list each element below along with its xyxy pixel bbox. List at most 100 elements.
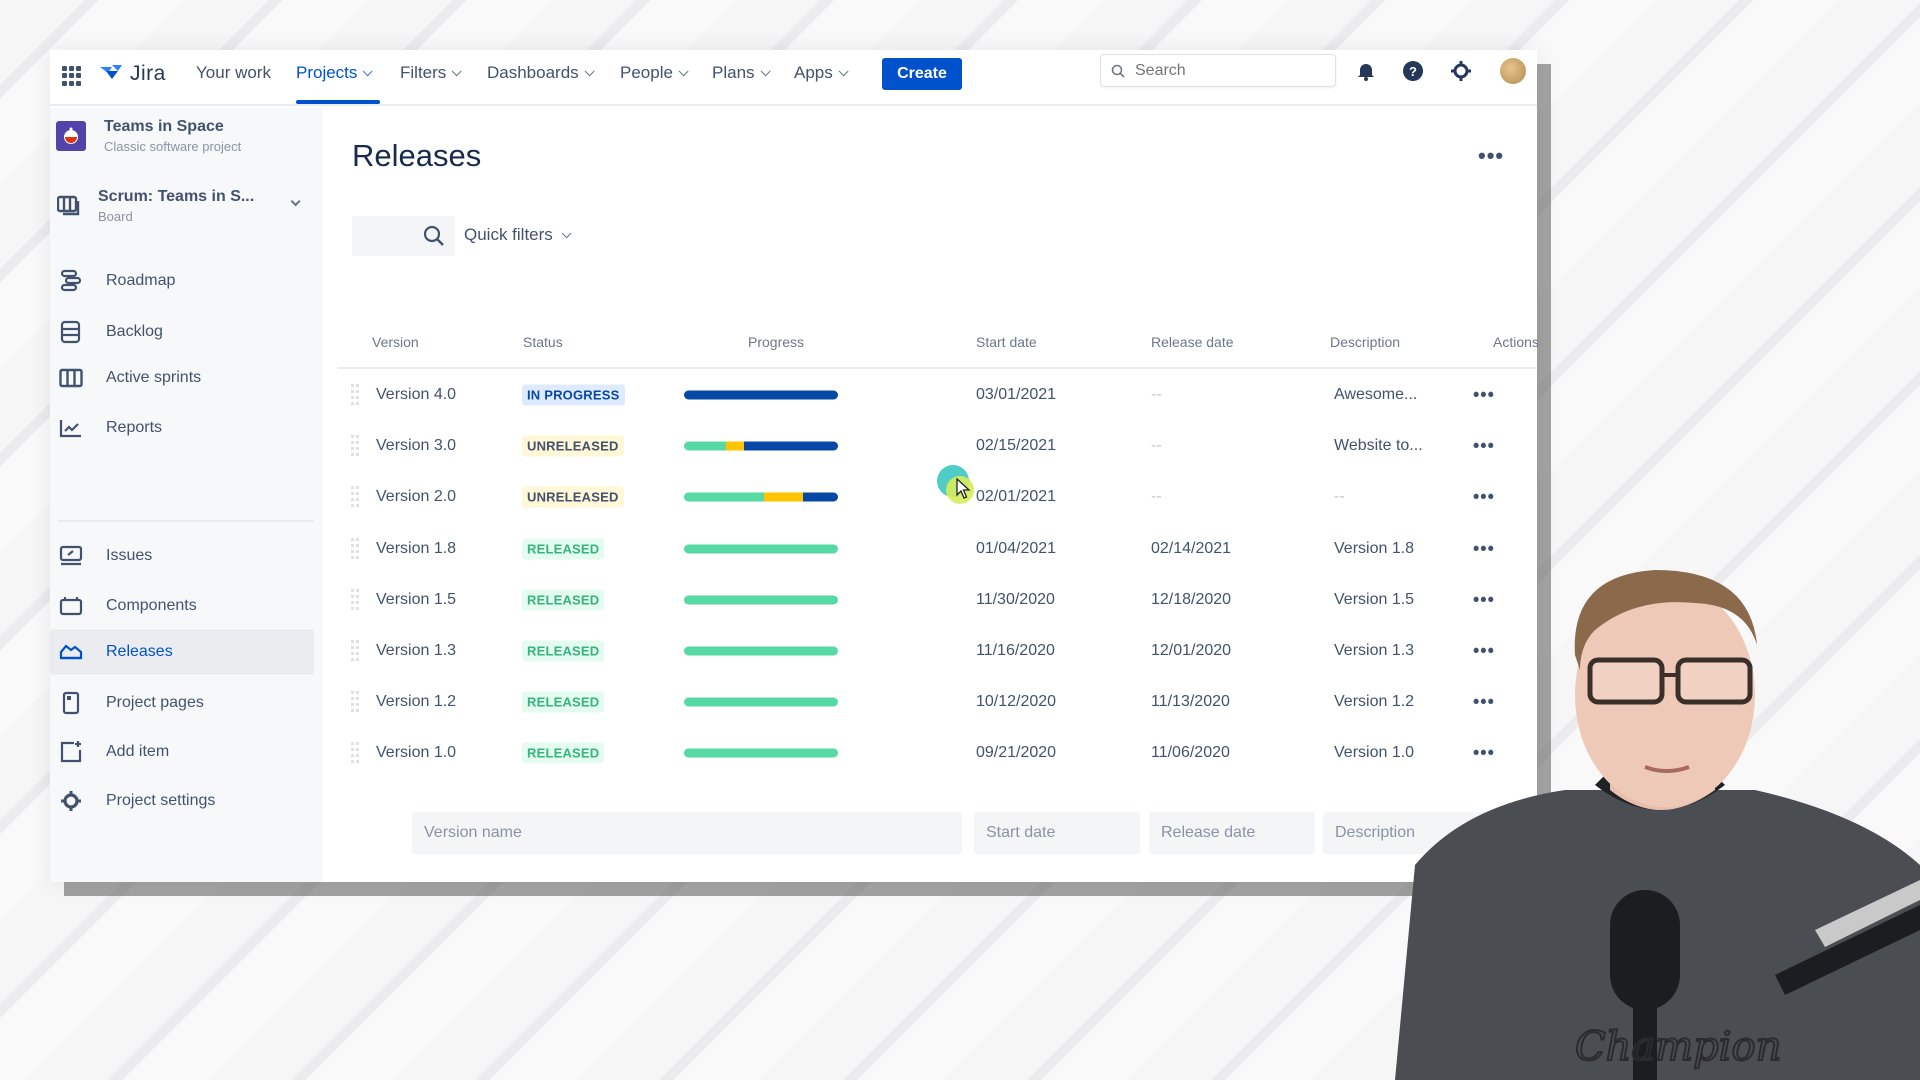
quick-filters-dropdown[interactable]: Quick filters [464, 225, 572, 245]
reports-icon [58, 415, 84, 441]
table-row[interactable]: Version 1.2 RELEASED 10/12/2020 11/13/2020 V… [338, 677, 1537, 727]
settings-button[interactable] [1448, 58, 1474, 84]
progress-segment-done [684, 697, 838, 707]
column-header-actions: Actions [1493, 334, 1539, 350]
sidebar-item-releases[interactable]: Releases [50, 629, 314, 675]
jira-logo[interactable]: Jira [98, 62, 166, 86]
drag-handle-icon[interactable] [351, 486, 359, 508]
column-header-release-date[interactable]: Release date [1151, 334, 1234, 350]
top-navigation: Jira Your work Projects Filters Dashboar… [50, 50, 1537, 106]
status-lozenge: UNRELEASED [522, 435, 624, 457]
version-name-link[interactable]: Version 3.0 [376, 437, 456, 455]
nav-dashboards[interactable]: Dashboards [487, 62, 595, 84]
nav-people[interactable]: People [620, 62, 689, 84]
progress-bar[interactable] [684, 390, 838, 400]
progress-bar[interactable] [684, 697, 838, 707]
start-date: 09/21/2020 [976, 744, 1057, 762]
app-name: Jira [130, 62, 166, 85]
start-date-input[interactable] [974, 812, 1140, 854]
board-selector[interactable]: Scrum: Teams in S... Board [56, 188, 316, 224]
drag-handle-icon[interactable] [351, 742, 359, 764]
sidebar-item-issues[interactable]: Issues [50, 533, 314, 579]
notifications-button[interactable] [1353, 58, 1379, 84]
column-header-description[interactable]: Description [1330, 334, 1400, 350]
nav-apps[interactable]: Apps [794, 62, 849, 84]
sidebar-item-project-pages[interactable]: Project pages [50, 680, 314, 726]
progress-segment-done [684, 544, 838, 554]
sidebar-item-label: Releases [106, 643, 173, 660]
app-switcher-icon[interactable] [62, 66, 82, 86]
column-header-progress[interactable]: Progress [748, 334, 804, 350]
version-name-input[interactable] [412, 812, 962, 854]
drag-handle-icon[interactable] [351, 691, 359, 713]
backlog-icon [58, 319, 84, 345]
page-more-actions-button[interactable]: ••• [1478, 143, 1504, 169]
row-more-actions-button[interactable]: ••• [1473, 385, 1495, 406]
drag-handle-icon[interactable] [351, 588, 359, 611]
sidebar-item-label: Project pages [106, 694, 204, 711]
chevron-down-icon [678, 65, 689, 76]
row-more-actions-button[interactable]: ••• [1473, 436, 1495, 457]
column-header-version[interactable]: Version [372, 334, 419, 350]
sidebar-item-add-item[interactable]: Add item [50, 729, 314, 775]
column-header-start-date[interactable]: Start date [976, 334, 1037, 350]
column-header-status[interactable]: Status [523, 334, 563, 350]
drag-handle-icon[interactable] [351, 384, 359, 406]
project-header[interactable]: Teams in Space Classic software project [56, 118, 241, 154]
status-cell: UNRELEASED [522, 435, 624, 457]
chevron-down-icon [838, 65, 849, 76]
nav-filters[interactable]: Filters [400, 62, 462, 84]
version-name-link[interactable]: Version 4.0 [376, 386, 456, 404]
drag-handle-icon[interactable] [351, 435, 359, 457]
table-row[interactable]: Version 1.3 RELEASED 11/16/2020 12/01/2020 V… [338, 626, 1537, 676]
progress-segment-done [684, 646, 838, 656]
sidebar-item-project-settings[interactable]: Project settings [50, 778, 314, 824]
drag-handle-icon[interactable] [351, 640, 359, 662]
version-name-link[interactable]: Version 1.0 [376, 744, 456, 762]
version-name-link[interactable]: Version 2.0 [376, 488, 456, 506]
nav-your-work[interactable]: Your work [196, 62, 271, 84]
help-button[interactable]: ? [1400, 58, 1426, 84]
sidebar-item-backlog[interactable]: Backlog [50, 309, 314, 355]
releases-page: Releases ••• Quick filters Version Statu… [323, 108, 1566, 882]
version-name-link[interactable]: Version 1.2 [376, 693, 456, 711]
profile-avatar[interactable] [1500, 58, 1526, 84]
version-name-link[interactable]: Version 1.8 [376, 540, 456, 558]
table-row[interactable]: Version 1.5 RELEASED 11/30/2020 12/18/2020 V… [338, 575, 1537, 625]
sidebar-item-active-sprints[interactable]: Active sprints [50, 355, 314, 401]
table-row[interactable]: Version 4.0 IN PROGRESS 03/01/2021 -- Awesom… [338, 370, 1537, 420]
chevron-down-icon [290, 196, 301, 207]
status-lozenge: RELEASED [522, 589, 605, 611]
sidebar-item-reports[interactable]: Reports [50, 405, 314, 451]
progress-bar[interactable] [684, 441, 838, 451]
drag-handle-icon[interactable] [351, 537, 359, 560]
progress-bar[interactable] [684, 646, 838, 656]
version-name-link[interactable]: Version 1.5 [376, 591, 456, 609]
table-header-divider [338, 367, 1537, 369]
release-date-input[interactable] [1149, 812, 1315, 854]
table-row[interactable]: Version 1.0 RELEASED 09/21/2020 11/06/2020 V… [338, 728, 1537, 778]
jira-window: Jira Your work Projects Filters Dashboar… [50, 50, 1566, 882]
version-name-link[interactable]: Version 1.3 [376, 642, 456, 660]
row-more-actions-button[interactable]: ••• [1473, 487, 1495, 508]
status-lozenge: RELEASED [522, 640, 605, 662]
sidebar-item-label: Add item [106, 743, 170, 760]
progress-bar[interactable] [684, 595, 838, 605]
progress-bar[interactable] [684, 748, 838, 758]
create-button[interactable]: Create [882, 58, 962, 90]
table-row[interactable]: Version 3.0 UNRELEASED 02/15/2021 -- Website… [338, 421, 1537, 471]
sidebar-item-roadmap[interactable]: Roadmap [50, 258, 314, 304]
sidebar-item-components[interactable]: Components [50, 583, 314, 629]
global-search[interactable] [1100, 54, 1336, 87]
table-row[interactable]: Version 1.8 RELEASED 01/04/2021 02/14/2021 V… [338, 524, 1537, 574]
nav-projects[interactable]: Projects [296, 62, 373, 84]
nav-plans[interactable]: Plans [712, 62, 771, 84]
progress-bar[interactable] [684, 492, 838, 502]
global-search-input[interactable] [1135, 61, 1315, 80]
progress-bar[interactable] [684, 544, 838, 554]
add-item-icon [58, 739, 84, 765]
version-search-input[interactable] [352, 216, 455, 256]
board-name: Scrum: Teams in S... [98, 188, 255, 205]
nav-label: Plans [712, 63, 755, 82]
status-lozenge: RELEASED [522, 691, 605, 713]
